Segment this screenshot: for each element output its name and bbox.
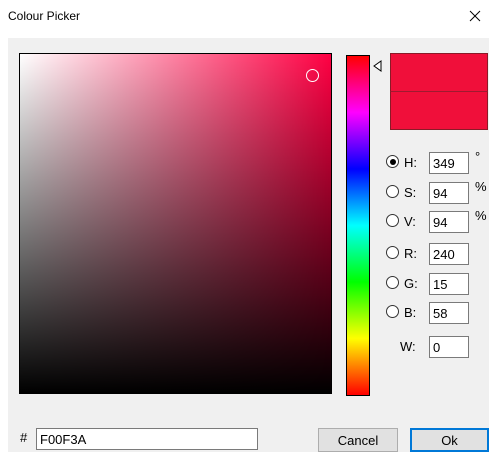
- hue-slider[interactable]: [346, 55, 370, 396]
- sv-black-gradient: [20, 54, 331, 393]
- green-input[interactable]: [429, 273, 469, 295]
- red-field-row: R:: [386, 243, 489, 265]
- close-button[interactable]: [463, 4, 487, 28]
- hue-input[interactable]: [429, 152, 469, 174]
- value-unit: %: [475, 208, 487, 223]
- green-radio[interactable]: [386, 276, 399, 289]
- hue-field-row: H: °: [386, 149, 489, 174]
- white-label: W:: [400, 339, 416, 354]
- value-field-row: V: %: [386, 208, 489, 233]
- hex-input[interactable]: [36, 428, 258, 450]
- cancel-button[interactable]: Cancel: [318, 428, 398, 452]
- saturation-unit: %: [475, 179, 487, 194]
- new-colour-preview: [390, 53, 488, 91]
- green-field-row: G:: [386, 273, 489, 295]
- blue-field-row: B:: [386, 302, 489, 324]
- saturation-field-row: S: %: [386, 179, 489, 204]
- white-field-row: W:: [386, 336, 489, 358]
- close-icon: [469, 10, 481, 22]
- hue-radio[interactable]: [386, 155, 399, 168]
- hue-label: H:: [404, 155, 417, 170]
- hue-unit: °: [475, 149, 481, 164]
- hue-marker-right-icon: [373, 60, 382, 72]
- value-input[interactable]: [429, 211, 469, 233]
- value-label: V:: [404, 214, 416, 229]
- current-colour-preview: [390, 91, 488, 130]
- green-label: G:: [404, 276, 418, 291]
- red-label: R:: [404, 246, 417, 261]
- saturation-input[interactable]: [429, 182, 469, 204]
- red-input[interactable]: [429, 243, 469, 265]
- saturation-label: S:: [404, 185, 417, 200]
- blue-input[interactable]: [429, 302, 469, 324]
- blue-label: B:: [404, 305, 417, 320]
- ok-button[interactable]: Ok: [410, 428, 489, 452]
- saturation-radio[interactable]: [386, 185, 399, 198]
- red-radio[interactable]: [386, 246, 399, 259]
- sv-selection-marker[interactable]: [306, 69, 319, 82]
- saturation-value-square[interactable]: [19, 53, 332, 394]
- value-radio[interactable]: [386, 214, 399, 227]
- white-input[interactable]: [429, 336, 469, 358]
- hex-label: #: [20, 430, 28, 445]
- title-bar: Colour Picker: [0, 0, 489, 34]
- blue-radio[interactable]: [386, 305, 399, 318]
- window-title: Colour Picker: [8, 9, 81, 23]
